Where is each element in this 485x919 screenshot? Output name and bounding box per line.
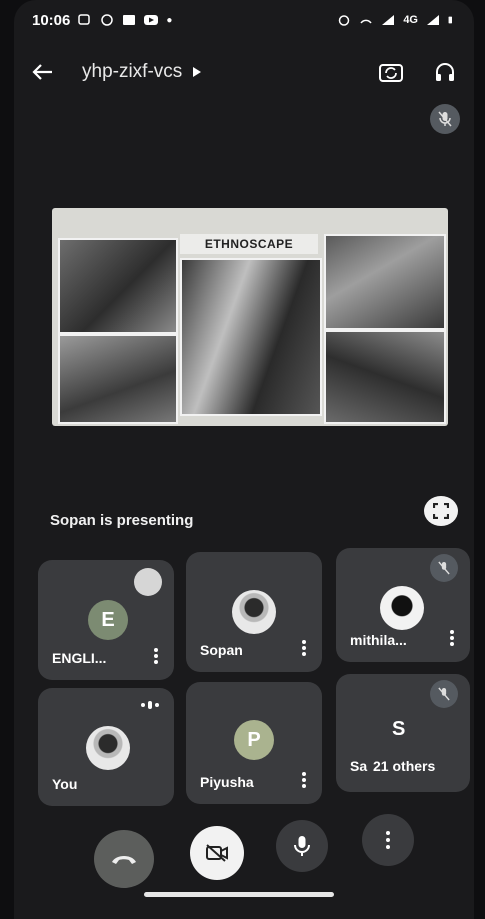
back-arrow-icon[interactable] (32, 63, 54, 81)
meeting-header: yhp-zixf-vcs (14, 52, 474, 92)
avatar: P (234, 720, 274, 760)
chevron-right-icon[interactable] (192, 66, 202, 78)
mic-off-icon (430, 554, 458, 582)
more-vert-icon[interactable] (154, 648, 158, 664)
switch-camera-icon[interactable] (378, 61, 404, 83)
mic-toggle-button[interactable] (276, 820, 328, 872)
meeting-code[interactable]: yhp-zixf-vcs (82, 61, 182, 83)
camera-off-icon (206, 844, 228, 862)
participant-name: ENGLI... (52, 650, 107, 666)
participant-name: Piyusha (200, 774, 254, 790)
slide-photo (324, 234, 446, 330)
mic-icon (294, 836, 310, 856)
status-bar: 10:06 ● 4G (14, 0, 474, 40)
presenter-mic-off-icon (430, 104, 460, 134)
meet-app-screen: 10:06 ● 4G yhp-zixf-vcs ETHNOSCAPE Sopan… (14, 0, 474, 919)
battery-icon (448, 16, 452, 24)
participant-tile-others[interactable]: S Sa 21 others (336, 674, 470, 792)
participant-name-short: Sa (350, 758, 368, 774)
fullscreen-button[interactable] (424, 496, 458, 526)
news-icon (123, 15, 136, 25)
avatar (380, 586, 424, 630)
signal-icon-2 (427, 15, 439, 25)
avatar: S (392, 718, 406, 740)
fullscreen-icon (433, 503, 449, 519)
slide-photo (58, 334, 178, 424)
mic-off-icon (430, 680, 458, 708)
end-call-icon (112, 856, 136, 864)
network-type: 4G (403, 14, 418, 26)
whatsapp-icon (101, 14, 114, 26)
end-call-button[interactable] (94, 830, 154, 888)
dot-icon: ● (166, 14, 173, 26)
call-controls (14, 814, 474, 888)
home-indicator[interactable] (144, 892, 334, 897)
participant-tile[interactable]: Sopan (186, 552, 322, 672)
participant-name: You (52, 776, 78, 792)
speaking-indicator-icon (134, 568, 162, 596)
participant-name: Sopan (200, 642, 243, 658)
more-vert-icon[interactable] (450, 630, 454, 646)
slide-photo (58, 238, 178, 334)
participant-tile[interactable]: E ENGLI... (38, 560, 174, 680)
participant-name: mithila... (350, 632, 407, 648)
shared-screen[interactable]: ETHNOSCAPE (52, 208, 448, 426)
signal-icon (382, 15, 395, 25)
participant-tile[interactable]: P Piyusha (186, 682, 322, 804)
clock: 10:06 (32, 11, 71, 29)
avatar (232, 590, 276, 634)
slide-heading: ETHNOSCAPE (180, 234, 318, 254)
participant-name: Sa 21 others (350, 758, 436, 774)
camera-toggle-button[interactable] (190, 826, 244, 880)
more-options-button[interactable] (362, 814, 414, 866)
participant-tile[interactable]: mithila... (336, 548, 470, 662)
alarm-icon (339, 15, 350, 26)
more-vert-icon[interactable] (302, 640, 306, 656)
hotspot-icon (360, 19, 372, 24)
avatar: E (88, 600, 128, 640)
presenter-label: Sopan is presenting (50, 512, 194, 529)
slide-photo (324, 330, 446, 424)
more-vert-icon[interactable] (302, 772, 306, 788)
slide-photo (180, 258, 322, 416)
participant-tile[interactable]: You (38, 688, 174, 806)
youtube-icon (144, 15, 159, 25)
more-vert-icon (386, 831, 390, 849)
audio-output-icon[interactable] (434, 61, 456, 83)
speaking-indicator-icon (141, 701, 159, 709)
avatar (86, 726, 130, 770)
notification-icon (78, 14, 91, 25)
others-count: 21 others (373, 758, 436, 774)
